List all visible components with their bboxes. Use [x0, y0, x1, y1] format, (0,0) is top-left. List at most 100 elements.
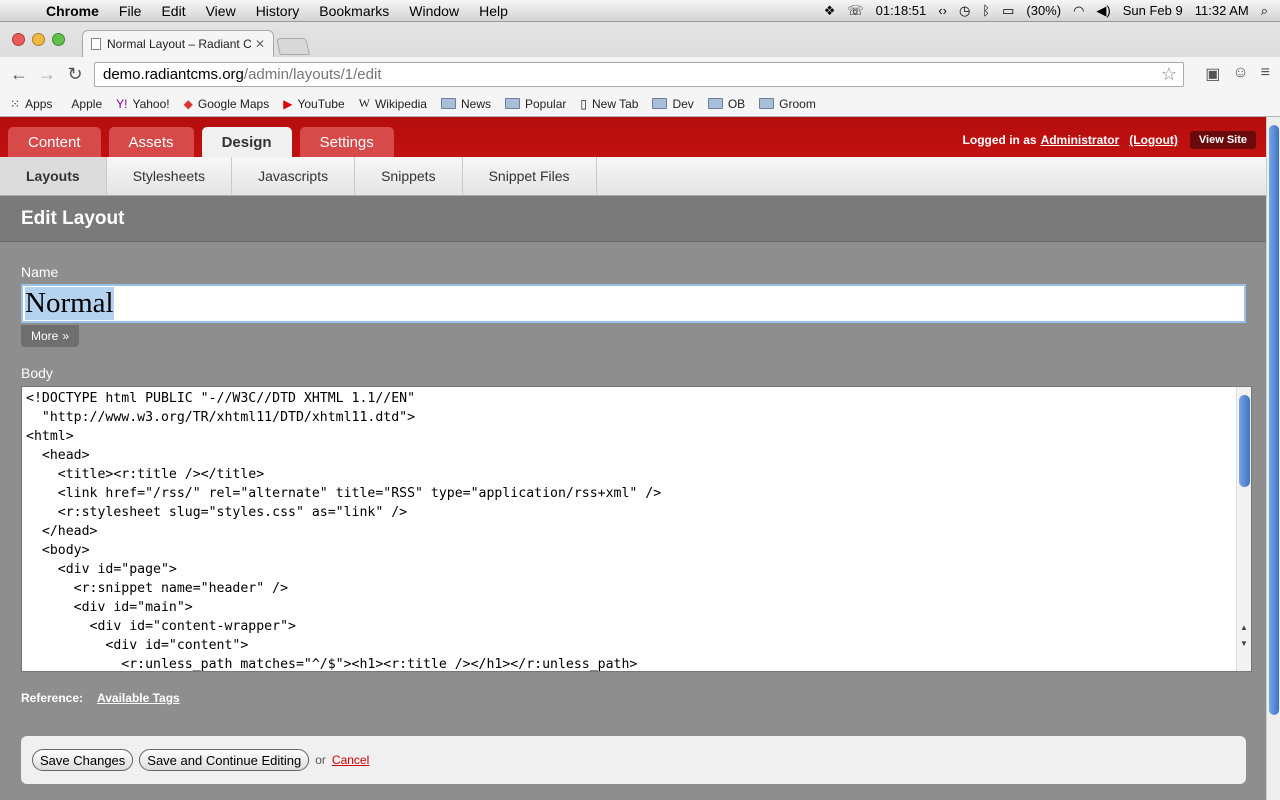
design-subnav: Layouts Stylesheets Javascripts Snippets…: [0, 157, 1266, 196]
bookmark-google-maps[interactable]: ◆ Google Maps: [184, 97, 270, 111]
minimize-window-button[interactable]: [32, 33, 45, 46]
timer-readout[interactable]: 01:18:51: [876, 3, 927, 18]
more-toggle[interactable]: More»: [21, 325, 79, 347]
cancel-link[interactable]: Cancel: [332, 753, 369, 767]
menu-bookmarks[interactable]: Bookmarks: [309, 3, 399, 19]
bookmark-label: Popular: [525, 96, 567, 111]
page-scrollbar[interactable]: [1266, 117, 1280, 800]
menu-help[interactable]: Help: [469, 3, 518, 19]
scroll-up-icon[interactable]: ▲: [1240, 623, 1248, 632]
menu-edit[interactable]: Edit: [151, 3, 195, 19]
layout-name-field[interactable]: Normal: [21, 284, 1246, 323]
bookmark-apps[interactable]: ⁙ Apps: [10, 97, 52, 111]
mac-menu-bar: Chrome File Edit View History Bookmarks …: [0, 0, 1280, 22]
tab-title: Normal Layout – Radiant C: [107, 37, 251, 51]
page-title: Edit Layout: [0, 196, 1266, 242]
dropbox-icon[interactable]: ❖: [824, 3, 836, 19]
available-tags-link[interactable]: Available Tags: [97, 691, 180, 705]
profile-icon[interactable]: ☺: [1232, 64, 1248, 84]
bookmark-folder-ob[interactable]: OB: [707, 97, 745, 111]
user-link[interactable]: Administrator: [1041, 133, 1120, 147]
address-bar[interactable]: demo.radiantcms.org/admin/layouts/1/edit…: [94, 62, 1184, 87]
extension-icon[interactable]: ▣: [1205, 64, 1220, 84]
folder-icon: [505, 98, 520, 109]
bookmark-label: Yahoo!: [132, 96, 170, 111]
save-changes-button[interactable]: Save Changes: [32, 749, 134, 771]
menu-view[interactable]: View: [196, 3, 246, 19]
yahoo-icon: Y!: [116, 96, 128, 111]
zoom-window-button[interactable]: [52, 33, 65, 46]
maps-icon: ◆: [183, 96, 193, 111]
layout-body-code: <!DOCTYPE html PUBLIC "-//W3C//DTD XHTML…: [26, 391, 662, 672]
folder-icon: [652, 98, 668, 109]
apps-grid-icon: ⁙: [10, 96, 21, 111]
menu-window[interactable]: Window: [399, 3, 469, 19]
wifi-icon[interactable]: ◠: [1073, 3, 1084, 19]
bookmark-star-icon[interactable]: ☆: [1161, 64, 1177, 85]
bookmark-folder-news[interactable]: News: [440, 96, 491, 111]
close-window-button[interactable]: [12, 33, 25, 46]
logout-link[interactable]: (Logout): [1129, 133, 1178, 147]
logged-in-label: Logged in as: [962, 133, 1037, 147]
bookmark-yahoo[interactable]: Y! Yahoo!: [116, 97, 170, 111]
tab-design[interactable]: Design: [201, 127, 292, 157]
form-actions: Save Changes Save and Continue Editing o…: [21, 736, 1246, 784]
subnav-snippet-files[interactable]: Snippet Files: [463, 157, 597, 195]
menubar-time[interactable]: 11:32 AM: [1195, 3, 1249, 18]
tab-assets[interactable]: Assets: [108, 127, 194, 157]
bookmark-label: Wikipedia: [374, 96, 427, 111]
bookmark-apple[interactable]: Apple: [66, 97, 102, 111]
code-icon[interactable]: ‹›: [938, 3, 947, 18]
subnav-layouts[interactable]: Layouts: [0, 157, 107, 195]
bookmark-new-tab[interactable]: ▯ New Tab: [580, 97, 638, 111]
close-tab-icon[interactable]: ✕: [255, 37, 265, 51]
bookmark-folder-groom[interactable]: Groom: [759, 97, 816, 111]
forward-icon[interactable]: →: [36, 63, 58, 85]
folder-icon: [440, 98, 456, 109]
spotlight-icon[interactable]: ⌕: [1261, 3, 1268, 19]
bookmark-wikipedia[interactable]: W Wikipedia: [359, 96, 427, 111]
chrome-menu-icon[interactable]: ≡: [1261, 64, 1270, 84]
view-site-button[interactable]: View Site: [1189, 131, 1256, 149]
youtube-icon: ▶: [283, 96, 293, 111]
menubar-date[interactable]: Sun Feb 9: [1123, 3, 1183, 18]
bookmark-folder-dev[interactable]: Dev: [652, 97, 694, 111]
menu-app-name[interactable]: Chrome: [36, 3, 109, 19]
tab-content[interactable]: Content: [8, 127, 101, 157]
bluetooth-icon[interactable]: ᛒ: [982, 3, 990, 18]
menu-history[interactable]: History: [246, 3, 310, 19]
radiant-admin-page: Content Assets Design Settings Logged in…: [0, 117, 1266, 800]
editor-scrollbar[interactable]: ▲ ▼: [1236, 387, 1251, 671]
or-text: or: [315, 753, 326, 767]
browser-tab[interactable]: Normal Layout – Radiant C ✕: [82, 30, 274, 57]
battery-percent[interactable]: (30%): [1026, 3, 1061, 18]
subnav-snippets[interactable]: Snippets: [355, 157, 463, 195]
subnav-stylesheets[interactable]: Stylesheets: [107, 157, 233, 195]
phone-icon[interactable]: ☏: [847, 3, 863, 19]
url-host: demo.radiantcms.org: [103, 66, 244, 83]
browser-chrome: Normal Layout – Radiant C ✕ ← → ↻ demo.r…: [0, 22, 1280, 117]
layout-body-editor[interactable]: <!DOCTYPE html PUBLIC "-//W3C//DTD XHTML…: [21, 386, 1252, 672]
volume-icon[interactable]: ◀): [1096, 3, 1110, 19]
battery-icon[interactable]: ▭: [1002, 3, 1014, 19]
bookmark-label: News: [460, 96, 491, 111]
menu-file[interactable]: File: [109, 3, 152, 19]
tab-settings[interactable]: Settings: [299, 127, 394, 157]
reload-icon[interactable]: ↻: [64, 63, 86, 85]
page-scroll-thumb[interactable]: [1269, 125, 1279, 715]
subnav-javascripts[interactable]: Javascripts: [232, 157, 356, 195]
body-label: Body: [21, 365, 53, 381]
bookmarks-bar: ⁙ Apps Apple Y! Yahoo! ◆ Google Maps ▶ YouTu…: [0, 91, 1280, 117]
editor-scroll-thumb[interactable]: [1239, 395, 1250, 487]
folder-icon: [707, 98, 723, 109]
new-tab-button[interactable]: [276, 38, 310, 55]
back-icon[interactable]: ←: [8, 63, 30, 85]
time-machine-icon[interactable]: ◷: [959, 3, 970, 19]
bookmark-youtube[interactable]: ▶ YouTube: [283, 97, 344, 111]
bookmark-folder-popular[interactable]: Popular: [505, 97, 566, 111]
reference-row: Reference: Available Tags: [21, 691, 180, 705]
main-tabs: Content Assets Design Settings: [8, 127, 394, 157]
save-continue-button[interactable]: Save and Continue Editing: [139, 749, 310, 771]
page-icon: [91, 38, 101, 50]
scroll-down-icon[interactable]: ▼: [1240, 639, 1248, 648]
